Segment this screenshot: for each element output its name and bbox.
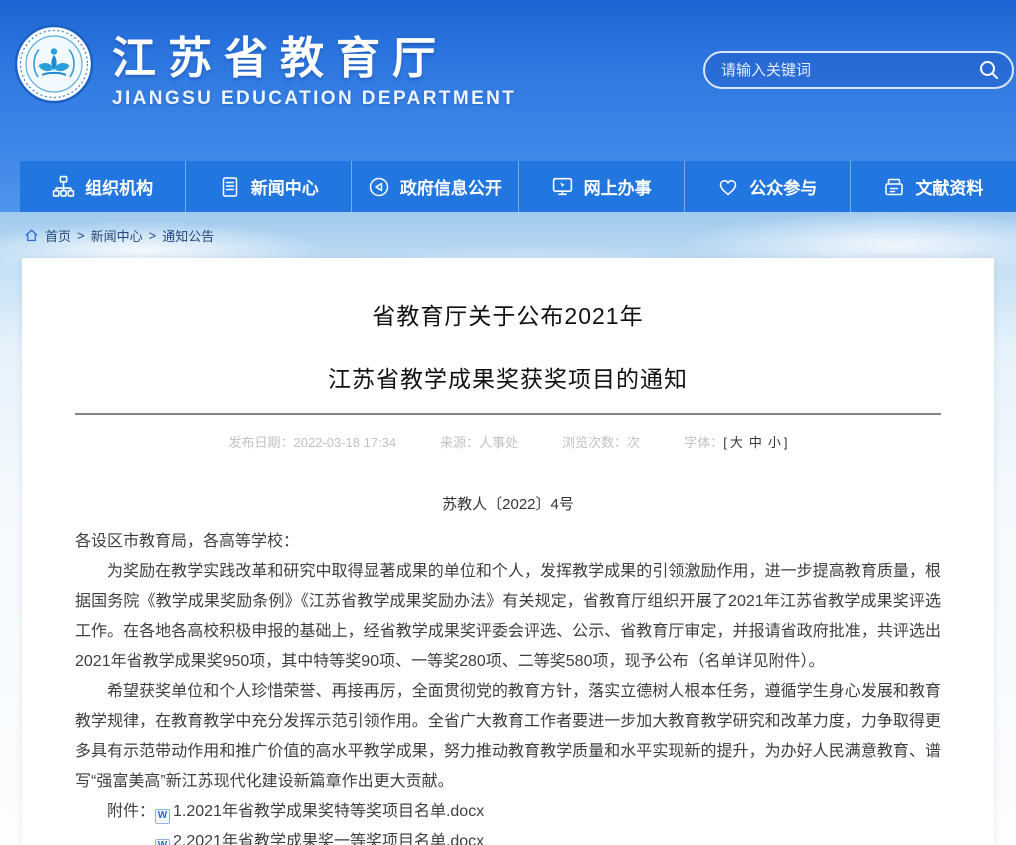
breadcrumb-notices[interactable]: 通知公告 xyxy=(162,226,214,245)
breadcrumb-home[interactable]: 首页 xyxy=(45,226,71,245)
document-number: 苏教人〔2022〕4号 xyxy=(75,493,941,514)
font-size-medium-button[interactable]: 中 xyxy=(749,435,762,450)
nav-item-label: 网上办事 xyxy=(584,174,652,199)
font-size-label: 字体： xyxy=(684,435,723,450)
font-size-widget: 字体：[大中小] xyxy=(684,432,787,451)
attachment-link-2[interactable]: 2.2021年省教学成果奖一等奖项目名单.docx xyxy=(173,833,484,845)
breadcrumb-separator: > xyxy=(149,228,157,243)
publish-date: 发布日期：2022-03-18 17:34 xyxy=(229,432,397,451)
word-doc-icon: W xyxy=(155,809,170,824)
nav-item-label: 公众参与 xyxy=(749,174,817,199)
search-box xyxy=(703,51,1014,89)
nav-item-online-services[interactable]: 网上办事 xyxy=(519,161,685,212)
attachments-label: 附件： xyxy=(107,803,155,820)
nav-item-label: 组织机构 xyxy=(85,174,153,199)
attachment-link-1[interactable]: 1.2021年省教学成果奖特等奖项目名单.docx xyxy=(173,803,484,820)
search-icon[interactable] xyxy=(976,57,1002,83)
bracket-open: [ xyxy=(723,435,727,450)
nav-item-label: 文献资料 xyxy=(915,174,983,199)
breadcrumb: 首页 > 新闻中心 > 通知公告 xyxy=(24,226,214,245)
site-logo[interactable] xyxy=(14,24,94,104)
attachment-row-1: 附件：W1.2021年省教学成果奖特等奖项目名单.docx xyxy=(75,797,941,827)
page: 江苏省教育厅 JIANGSU EDUCATION DEPARTMENT 组织机构 xyxy=(0,0,1016,845)
nav-item-documents[interactable]: 文献资料 xyxy=(851,161,1016,212)
online-services-icon xyxy=(551,175,574,198)
article-meta: 发布日期：2022-03-18 17:34 来源：人事处 浏览次数：次 字体：[… xyxy=(75,432,941,451)
article-title-line2: 江苏省教学成果奖获奖项目的通知 xyxy=(75,363,941,395)
emblem-icon xyxy=(14,24,94,104)
breadcrumb-separator: > xyxy=(77,228,85,243)
search-input[interactable] xyxy=(721,62,976,79)
paragraph-2: 希望获奖单位和个人珍惜荣誉、再接再厉，全面贯彻党的教育方针，落实立德树人根本任务… xyxy=(75,677,941,797)
site-title-block: 江苏省教育厅 JIANGSU EDUCATION DEPARTMENT xyxy=(112,34,516,110)
org-chart-icon xyxy=(52,175,75,198)
news-icon xyxy=(219,176,241,198)
nav-item-label: 新闻中心 xyxy=(251,174,319,199)
article-source: 来源：人事处 xyxy=(440,432,518,451)
article-title-line1: 省教育厅关于公布2021年 xyxy=(75,300,941,332)
nav-item-label: 政府信息公开 xyxy=(400,174,502,199)
heart-icon xyxy=(717,176,739,198)
article-panel: 省教育厅关于公布2021年 江苏省教学成果奖获奖项目的通知 发布日期：2022-… xyxy=(22,258,994,845)
font-size-small-button[interactable]: 小 xyxy=(768,435,781,450)
paragraph-1: 为奖励在教学实践改革和研究中取得显著成果的单位和个人，发挥教学成果的引领激励作用… xyxy=(75,557,941,677)
site-subtitle: JIANGSU EDUCATION DEPARTMENT xyxy=(112,88,516,110)
bracket-close: ] xyxy=(784,435,788,450)
title-divider xyxy=(75,413,941,415)
font-size-large-button[interactable]: 大 xyxy=(730,435,743,450)
attachment-row-2: W2.2021年省教学成果奖一等奖项目名单.docx xyxy=(75,827,941,845)
nav-item-public-participation[interactable]: 公众参与 xyxy=(685,161,851,212)
main-nav: 组织机构 新闻中心 政府信息公开 xyxy=(20,161,1016,212)
site-title: 江苏省教育厅 xyxy=(112,34,516,84)
documents-icon xyxy=(883,176,905,198)
nav-item-organization[interactable]: 组织机构 xyxy=(20,161,186,212)
breadcrumb-news-center[interactable]: 新闻中心 xyxy=(91,226,143,245)
nav-item-gov-info[interactable]: 政府信息公开 xyxy=(352,161,518,212)
info-disclosure-icon xyxy=(368,176,390,198)
view-count: 浏览次数：次 xyxy=(562,432,640,451)
nav-item-news[interactable]: 新闻中心 xyxy=(186,161,352,212)
salutation: 各设区市教育局，各高等学校： xyxy=(75,527,941,557)
home-icon xyxy=(24,228,39,243)
word-doc-icon: W xyxy=(155,839,170,845)
